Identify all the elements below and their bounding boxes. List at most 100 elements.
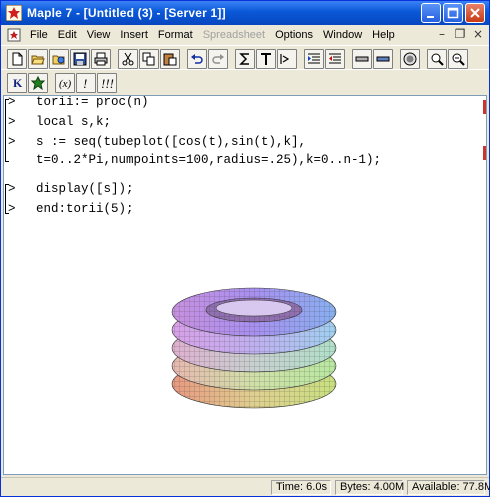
text-icon xyxy=(261,52,271,65)
svg-text:K: K xyxy=(13,76,23,90)
title-bar[interactable]: Maple 7 - [Untitled (3) - [Server 1]] xyxy=(1,1,489,25)
maple-app-icon[interactable] xyxy=(6,5,22,21)
prompt-button[interactable] xyxy=(277,48,297,69)
copy-button[interactable] xyxy=(139,48,159,69)
maximize-icon xyxy=(447,7,459,19)
input-line[interactable]: torii:= proc(n) xyxy=(36,96,149,109)
redo-icon xyxy=(212,53,224,64)
status-bytes: Bytes: 4.00M xyxy=(335,480,404,495)
redo-button[interactable] xyxy=(208,48,228,69)
zoom-in-button[interactable] xyxy=(427,48,447,69)
main-toolbar xyxy=(1,45,489,71)
menu-insert[interactable]: Insert xyxy=(115,26,153,44)
input-line[interactable]: t=0..2*Pi,numpoints=100,radius=.25),k=0.… xyxy=(36,153,381,167)
print-button[interactable] xyxy=(91,48,111,69)
expand-button[interactable] xyxy=(373,48,393,69)
menu-view[interactable]: View xyxy=(82,26,116,44)
stop-icon xyxy=(403,52,417,65)
close-button[interactable] xyxy=(465,3,485,23)
status-bar: Time: 6.0s Bytes: 4.00M Available: 77.8M xyxy=(1,477,490,496)
prompt-marker: > xyxy=(8,135,16,149)
exclamation-icon: ! xyxy=(83,76,87,90)
maple-leaf-icon xyxy=(31,75,45,90)
doc-minimize-icon[interactable]: – xyxy=(435,27,449,41)
function-icon: (x) xyxy=(59,78,72,90)
middle-marker xyxy=(483,146,486,160)
zoom-in-icon xyxy=(431,53,444,66)
k-button[interactable]: K xyxy=(7,72,27,93)
menu-help[interactable]: Help xyxy=(367,26,400,44)
menu-spreadsheet[interactable]: Spreadsheet xyxy=(198,26,270,44)
status-available: Available: 77.8M xyxy=(407,480,490,495)
prompt-icon xyxy=(280,53,290,64)
doc-restore-icon[interactable]: ❐ xyxy=(453,27,467,41)
multi-exclamation-button[interactable]: !!! xyxy=(97,72,117,93)
prompt-marker: > xyxy=(8,115,16,129)
print-icon xyxy=(94,52,108,65)
paste-icon xyxy=(163,53,177,65)
open-button[interactable] xyxy=(28,48,48,69)
new-icon xyxy=(12,52,23,65)
outdent-icon xyxy=(329,53,341,63)
prompt-marker: > xyxy=(8,95,16,109)
prompt-marker: > xyxy=(8,182,16,196)
zoom-out-button[interactable] xyxy=(448,48,468,69)
sigma-icon xyxy=(239,52,249,65)
undo-icon xyxy=(191,53,203,64)
zoom-out-icon xyxy=(452,53,465,66)
context-toolbar: K (x) ! !!! xyxy=(1,69,489,95)
collapse-icon xyxy=(355,56,369,61)
window-title: Maple 7 - [Untitled (3) - [Server 1]] xyxy=(27,6,226,20)
torii-3d-plot[interactable] xyxy=(164,276,344,416)
indent-button[interactable] xyxy=(304,48,324,69)
function-button[interactable]: (x) xyxy=(55,72,75,93)
save-icon xyxy=(73,52,87,65)
minimize-button[interactable] xyxy=(421,3,441,23)
paste-button[interactable] xyxy=(160,48,180,69)
menu-window[interactable]: Window xyxy=(318,26,367,44)
menu-edit[interactable]: Edit xyxy=(53,26,82,44)
status-time: Time: 6.0s xyxy=(271,480,331,495)
input-line[interactable]: local s,k; xyxy=(36,115,111,129)
maple-window: Maple 7 - [Untitled (3) - [Server 1]] Fi… xyxy=(0,0,490,497)
svg-text:!!!: !!! xyxy=(101,76,114,90)
cut-button[interactable] xyxy=(118,48,138,69)
maple-leaf-button[interactable] xyxy=(28,72,48,93)
input-line[interactable]: display([s]); xyxy=(36,182,134,196)
worksheet[interactable]: > torii:= proc(n) > local s,k; > s := se… xyxy=(3,95,487,475)
cut-icon xyxy=(122,52,134,65)
document-menu-icon[interactable] xyxy=(7,28,21,42)
expand-icon xyxy=(376,56,390,61)
exclamation-button[interactable]: ! xyxy=(76,72,96,93)
vertical-scrollbar[interactable] xyxy=(483,96,486,474)
stop-button[interactable] xyxy=(400,48,420,69)
input-line[interactable]: end:torii(5); xyxy=(36,202,134,216)
top-marker xyxy=(483,100,486,114)
menu-bar: File Edit View Insert Format Spreadsheet… xyxy=(1,25,489,45)
menu-options[interactable]: Options xyxy=(270,26,318,44)
sigma-button[interactable] xyxy=(235,48,255,69)
svg-text:!: ! xyxy=(83,76,87,90)
close-icon xyxy=(470,8,480,18)
undo-button[interactable] xyxy=(187,48,207,69)
copy-icon xyxy=(142,52,155,65)
outdent-button[interactable] xyxy=(325,48,345,69)
text-button[interactable] xyxy=(256,48,276,69)
input-line[interactable]: s := seq(tubeplot([cos(t),sin(t),k], xyxy=(36,135,306,149)
menu-file[interactable]: File xyxy=(25,26,53,44)
minimize-icon xyxy=(427,16,434,18)
open-url-icon xyxy=(52,55,65,64)
svg-text:(x): (x) xyxy=(59,78,72,90)
multi-exclamation-icon: !!! xyxy=(101,76,114,90)
prompt-marker: > xyxy=(8,202,16,216)
k-icon: K xyxy=(13,76,23,90)
maximize-button[interactable] xyxy=(443,3,463,23)
collapse-button[interactable] xyxy=(352,48,372,69)
indent-icon xyxy=(308,53,320,63)
save-button[interactable] xyxy=(70,48,90,69)
doc-close-icon[interactable]: × xyxy=(471,27,485,41)
new-button[interactable] xyxy=(7,48,27,69)
open-url-button[interactable] xyxy=(49,48,69,69)
open-icon xyxy=(31,55,45,64)
menu-format[interactable]: Format xyxy=(153,26,198,44)
